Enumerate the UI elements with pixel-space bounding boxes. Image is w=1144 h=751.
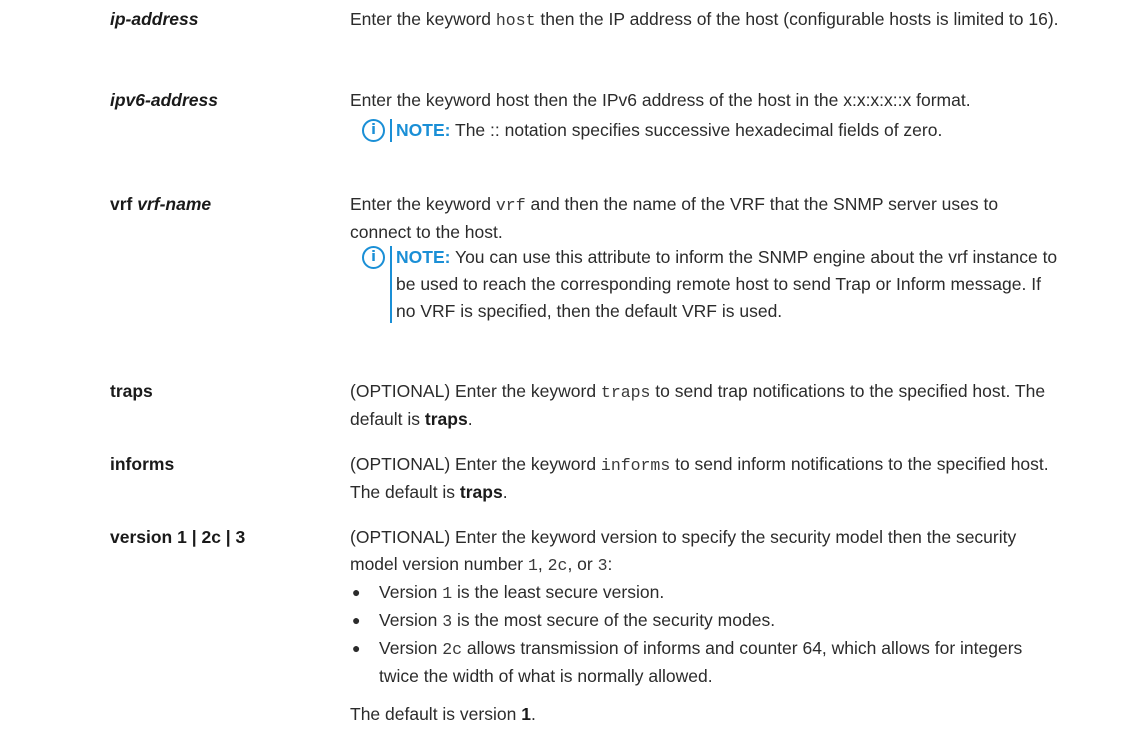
default-line: The default is version 1.: [350, 701, 1062, 728]
desc-text: (OPTIONAL) Enter the keyword: [350, 381, 601, 401]
desc-text: The default is version: [350, 704, 522, 724]
code-keyword: 1: [442, 584, 453, 603]
desc-text: is the least secure version.: [452, 582, 665, 602]
param-description: (OPTIONAL) Enter the keyword traps to se…: [350, 378, 1062, 433]
code-keyword: 1: [528, 556, 538, 575]
note-divider: [390, 246, 392, 323]
note-text: You can use this attribute to inform the…: [396, 247, 1058, 321]
desc-text: Version: [379, 610, 443, 630]
param-description: (OPTIONAL) Enter the keyword version to …: [350, 524, 1062, 728]
note-text: The :: notation specifies successive hex…: [450, 120, 943, 140]
param-term: traps: [110, 378, 153, 405]
desc-text: then the IP address of the host (configu…: [535, 9, 1059, 29]
default-value: traps: [424, 409, 468, 429]
desc-text: Enter the keyword: [350, 9, 496, 29]
param-name: vrf-name: [137, 194, 212, 214]
desc-text: :: [607, 554, 613, 574]
default-value: traps: [459, 482, 503, 502]
document-page: ip-address Enter the keyword host then t…: [0, 0, 1144, 751]
param-name: informs: [110, 454, 175, 474]
param-term: informs: [110, 451, 174, 478]
desc-text: is the most secure of the security modes…: [452, 610, 776, 630]
code-keyword: informs: [600, 456, 671, 475]
desc-text: ,: [537, 554, 548, 574]
desc-text: .: [467, 409, 473, 429]
param-description: (OPTIONAL) Enter the keyword informs to …: [350, 451, 1062, 506]
desc-text: Version: [379, 582, 443, 602]
desc-text: , or: [567, 554, 598, 574]
default-value: 1: [521, 704, 531, 724]
param-name: ip-address: [110, 9, 199, 29]
bullet-icon: ●: [352, 584, 361, 600]
list-item: ● Version 2c allows transmission of infor…: [350, 635, 1062, 690]
param-term: ip-address: [110, 6, 199, 33]
code-keyword: vrf: [495, 196, 526, 215]
code-keyword: 2c: [442, 640, 463, 659]
param-term: version 1 | 2c | 3: [110, 524, 245, 551]
code-keyword: host: [495, 11, 536, 30]
code-keyword: 3: [597, 556, 608, 575]
param-name: version 1 | 2c | 3: [110, 527, 246, 547]
bullet-icon: ●: [352, 640, 361, 656]
param-term: ipv6-address: [110, 87, 218, 114]
desc-text: allows transmission of informs and count…: [379, 638, 1023, 686]
desc-text: Version: [379, 638, 443, 658]
desc-text: (OPTIONAL) Enter the keyword version to …: [350, 527, 1017, 574]
desc-text: .: [502, 482, 508, 502]
note-label: NOTE:: [396, 120, 451, 140]
desc-text: .: [530, 704, 536, 724]
param-keyword: vrf: [110, 194, 138, 214]
desc-text: Enter the keyword host then the IPv6 add…: [350, 90, 971, 110]
note-box: i NOTE: You can use this attribute to in…: [350, 244, 1062, 325]
code-keyword: 3: [442, 612, 453, 631]
note-label: NOTE:: [396, 247, 451, 267]
bullet-icon: ●: [352, 612, 361, 628]
param-description: Enter the keyword host then the IP addre…: [350, 6, 1062, 34]
param-name: traps: [110, 381, 153, 401]
note-divider: [390, 119, 392, 142]
param-term: vrf vrf-name: [110, 191, 211, 218]
info-icon: i: [362, 119, 385, 142]
param-name: ipv6-address: [110, 90, 218, 110]
list-item: ● Version 3 is the most secure of the sec…: [350, 607, 1062, 635]
version-list: ● Version 1 is the least secure version. …: [350, 579, 1062, 690]
code-keyword: traps: [600, 383, 651, 402]
code-keyword: 2c: [547, 556, 568, 575]
desc-text: Enter the keyword: [350, 194, 496, 214]
list-item: ● Version 1 is the least secure version.: [350, 579, 1062, 607]
desc-text: (OPTIONAL) Enter the keyword: [350, 454, 601, 474]
param-description: Enter the keyword vrf and then the name …: [350, 191, 1062, 325]
info-icon: i: [362, 246, 385, 269]
note-box: i NOTE: The :: notation specifies succes…: [350, 117, 1062, 144]
param-description: Enter the keyword host then the IPv6 add…: [350, 87, 1062, 144]
